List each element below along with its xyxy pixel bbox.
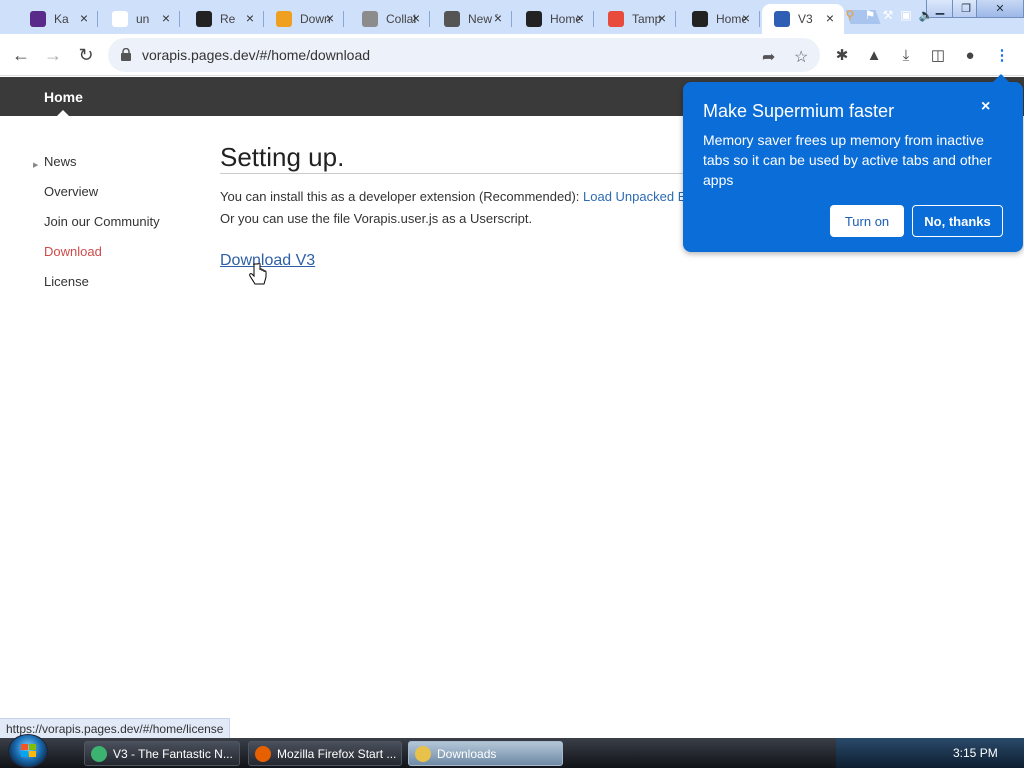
- orange-icon: [276, 11, 292, 27]
- no-thanks-button[interactable]: No, thanks: [912, 205, 1003, 237]
- network-tray-icon[interactable]: ▣: [898, 7, 914, 23]
- tab-separator: [675, 11, 676, 27]
- clock[interactable]: 3:15 PM: [953, 746, 998, 760]
- tab-separator: [179, 11, 180, 27]
- popup-body: Memory saver frees up memory from inacti…: [703, 132, 992, 188]
- globe-icon: [444, 11, 460, 27]
- google-icon: [774, 11, 790, 27]
- nav-item-news[interactable]: News: [44, 154, 77, 169]
- menu-kebab-icon[interactable]: ⋮: [992, 45, 1012, 65]
- tab-separator: [429, 11, 430, 27]
- app-icon: [255, 745, 271, 762]
- window-close-button[interactable]: ✕: [976, 0, 1024, 18]
- browser-tab[interactable]: Collab×: [350, 4, 430, 34]
- forward-icon[interactable]: →: [40, 42, 66, 68]
- hand-cursor-icon: [249, 263, 267, 285]
- nav-item-license[interactable]: License: [44, 274, 89, 289]
- tab-separator: [511, 11, 512, 27]
- tab-separator: [343, 11, 344, 27]
- header-home-link[interactable]: Home: [44, 89, 83, 105]
- reload-icon[interactable]: ↻: [73, 42, 99, 68]
- google-icon: [112, 11, 128, 27]
- collab-icon: [362, 11, 378, 27]
- browser-tab[interactable]: Re ×: [184, 4, 264, 34]
- browser-tab[interactable]: V3 ×: [762, 4, 844, 34]
- nav-item-overview[interactable]: Overview: [44, 184, 98, 199]
- tab-close-icon[interactable]: ×: [322, 10, 338, 26]
- browser-tab[interactable]: New Ta×: [432, 4, 512, 34]
- profile-icon[interactable]: ●: [960, 45, 980, 65]
- page-title: Setting up.: [220, 142, 345, 172]
- browser-tab[interactable]: Home |×: [680, 4, 760, 34]
- browser-tab[interactable]: un ×: [100, 4, 180, 34]
- tab-close-icon[interactable]: ×: [490, 10, 506, 26]
- discord-icon: [692, 11, 708, 27]
- tab-close-icon[interactable]: ×: [654, 10, 670, 26]
- load-unpacked-link[interactable]: Load Unpacked E: [583, 189, 686, 204]
- app-icon: [415, 745, 431, 762]
- popup-title: Make Supermium faster: [703, 101, 895, 121]
- tab-close-icon[interactable]: ×: [408, 10, 424, 26]
- tab-close-icon[interactable]: ×: [242, 10, 258, 26]
- extensions-icon[interactable]: ✱: [832, 45, 852, 65]
- download-v3-link[interactable]: Download V3: [220, 252, 315, 270]
- share-icon[interactable]: ➦: [762, 47, 775, 67]
- browser-tab[interactable]: Ka ×: [18, 4, 98, 34]
- bookmark-star-icon[interactable]: ☆: [794, 47, 808, 67]
- tab-separator: [759, 11, 760, 27]
- windows-logo-icon: [21, 744, 36, 757]
- app-icon: [91, 745, 107, 762]
- browser-tab[interactable]: Downlo×: [264, 4, 344, 34]
- taskbar-button[interactable]: V3 - The Fantastic N...: [84, 741, 240, 766]
- nav-item-download[interactable]: Download: [44, 244, 102, 259]
- browser-tab[interactable]: Tamper×: [596, 4, 676, 34]
- active-caret-icon: [57, 110, 69, 116]
- memory-saver-popup: Make Supermium faster × Memory saver fre…: [683, 74, 1023, 252]
- taskbar-button-label: V3 - The Fantastic N...: [113, 746, 233, 761]
- address-bar[interactable]: vorapis.pages.dev/#/home/download ➦ ☆: [108, 38, 820, 72]
- popup-close-icon[interactable]: ×: [981, 98, 990, 116]
- url-text: vorapis.pages.dev/#/home/download: [142, 47, 371, 63]
- tab-separator: [97, 11, 98, 27]
- flask-icon[interactable]: ▲: [864, 45, 884, 65]
- taskbar-button-label: Mozilla Firefox Start ...: [277, 746, 397, 761]
- volume-muted-icon[interactable]: 🔈: [918, 7, 934, 23]
- browser-toolbar: ← → ↻ vorapis.pages.dev/#/home/download …: [0, 34, 1024, 76]
- tampermonkey-icon: [608, 11, 624, 27]
- lock-icon[interactable]: [120, 48, 132, 61]
- discord-icon: [526, 11, 542, 27]
- search-tray-icon[interactable]: ⚲: [842, 7, 858, 23]
- install-text: You can install this as a developer exte…: [220, 189, 584, 204]
- tab-close-icon[interactable]: ×: [738, 10, 754, 26]
- download-icon[interactable]: ⤓: [896, 45, 916, 65]
- taskbar-button[interactable]: Mozilla Firefox Start ...: [248, 741, 402, 766]
- popup-arrow: [993, 74, 1009, 82]
- kahoot-icon: [30, 11, 46, 27]
- tools-tray-icon[interactable]: ⚒: [880, 7, 896, 23]
- tab-close-icon[interactable]: ×: [158, 10, 174, 26]
- userscript-text: Or you can use the file Vorapis.user.js …: [220, 211, 533, 226]
- language-tray-icon[interactable]: ⚑: [862, 7, 878, 23]
- back-icon[interactable]: ←: [8, 42, 34, 68]
- tab-separator: [593, 11, 594, 27]
- browser-tab[interactable]: Home |×: [514, 4, 594, 34]
- github-icon: [196, 11, 212, 27]
- taskbar-button[interactable]: Downloads: [408, 741, 563, 766]
- tab-close-icon[interactable]: ×: [822, 10, 838, 26]
- side-panel-icon[interactable]: ◫: [928, 45, 948, 65]
- install-paragraph: You can install this as a developer exte…: [220, 189, 686, 204]
- start-button[interactable]: [8, 734, 48, 768]
- tab-close-icon[interactable]: ×: [76, 10, 92, 26]
- bullet-icon: ▶: [33, 162, 39, 169]
- turn-on-button[interactable]: Turn on: [830, 205, 904, 237]
- taskbar-button-label: Downloads: [437, 746, 497, 761]
- tab-close-icon[interactable]: ×: [572, 10, 588, 26]
- nav-item-join-our-community[interactable]: Join our Community: [44, 214, 160, 229]
